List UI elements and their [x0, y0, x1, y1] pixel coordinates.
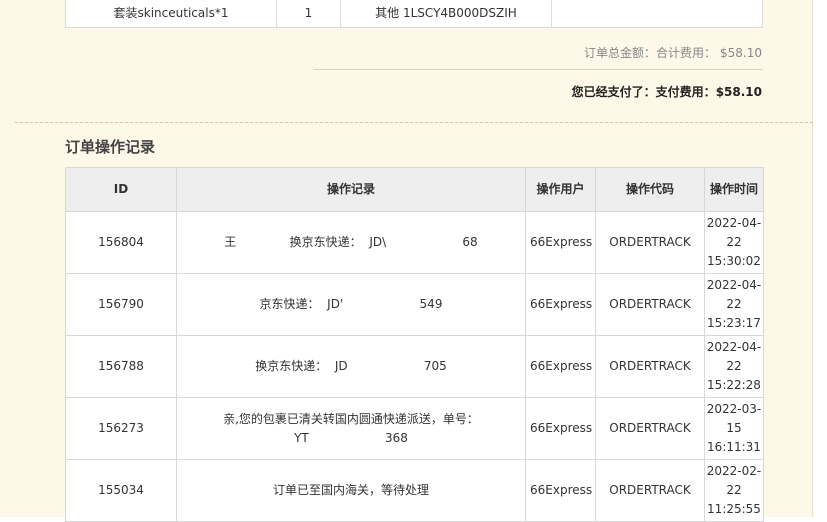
page-edge [813, 0, 827, 517]
table-row: 156804 王 换京东快递： JD\ 68 66Express ORDERTR… [65, 211, 764, 274]
order-items-table: 套装skinceuticals*1 1 其他 1LSCY4B000DSZIH [65, 0, 763, 28]
row-time: 2022-02-22 11:25:55 [704, 459, 764, 522]
order-total-label: 订单总金额：合计费用： [583, 46, 716, 60]
row-time: 2022-04-22 15:23:17 [704, 273, 764, 336]
paid-line: 您已经支付了：支付费用：$58.10 [572, 83, 762, 100]
item-quantity: 1 [277, 0, 341, 27]
row-code: ORDERTRACK [595, 335, 705, 398]
header-user: 操作用户 [525, 167, 596, 212]
item-code: 其他 1LSCY4B000DSZIH [341, 0, 552, 27]
row-record: 王 换京东快递： JD\ 68 [176, 211, 526, 274]
section-divider [15, 122, 813, 123]
paid-amount: $58.10 [715, 85, 762, 99]
summary-divider [313, 69, 763, 70]
row-code: ORDERTRACK [595, 397, 705, 460]
row-record: 订单已至国内海关，等待处理 [176, 459, 526, 522]
row-record: 京东快递： JD' 549 [176, 273, 526, 336]
paid-label: 您已经支付了：支付费用： [571, 85, 716, 99]
row-user: 66Express [525, 211, 596, 274]
item-extra [552, 0, 762, 27]
order-total-line: 订单总金额：合计费用： $58.10 [584, 44, 762, 61]
operation-log-table: ID 操作记录 操作用户 操作代码 操作时间 156804 王 换京东快递： J… [65, 167, 764, 522]
order-total-amount: $58.10 [720, 46, 762, 60]
row-id: 156788 [65, 335, 177, 398]
row-code: ORDERTRACK [595, 273, 705, 336]
row-record: 换京东快递： JD 705 [176, 335, 526, 398]
table-header-row: ID 操作记录 操作用户 操作代码 操作时间 [65, 167, 764, 212]
header-id: ID [65, 167, 177, 212]
item-name: 套装skinceuticals*1 [66, 0, 277, 27]
section-title: 订单操作记录 [65, 138, 156, 156]
table-row: 155034 订单已至国内海关，等待处理 66Express ORDERTRAC… [65, 459, 764, 522]
order-detail-panel: 套装skinceuticals*1 1 其他 1LSCY4B000DSZIH 订… [0, 0, 813, 522]
table-row: 156273 亲,您的包裹已清关转国内圆通快递派送，单号： YT 368 66E… [65, 397, 764, 460]
header-code: 操作代码 [595, 167, 705, 212]
row-record: 亲,您的包裹已清关转国内圆通快递派送，单号： YT 368 [176, 397, 526, 460]
row-user: 66Express [525, 335, 596, 398]
row-user: 66Express [525, 273, 596, 336]
table-row: 156790 京东快递： JD' 549 66Express ORDERTRAC… [65, 273, 764, 336]
row-id: 155034 [65, 459, 177, 522]
row-time: 2022-04-22 15:22:28 [704, 335, 764, 398]
header-record: 操作记录 [176, 167, 526, 212]
row-user: 66Express [525, 459, 596, 522]
row-time: 2022-03-15 16:11:31 [704, 397, 764, 460]
row-id: 156273 [65, 397, 177, 460]
header-time: 操作时间 [704, 167, 764, 212]
row-user: 66Express [525, 397, 596, 460]
row-id: 156804 [65, 211, 177, 274]
row-code: ORDERTRACK [595, 459, 705, 522]
row-time: 2022-04-22 15:30:02 [704, 211, 764, 274]
row-code: ORDERTRACK [595, 211, 705, 274]
table-row: 156788 换京东快递： JD 705 66Express ORDERTRAC… [65, 335, 764, 398]
row-id: 156790 [65, 273, 177, 336]
